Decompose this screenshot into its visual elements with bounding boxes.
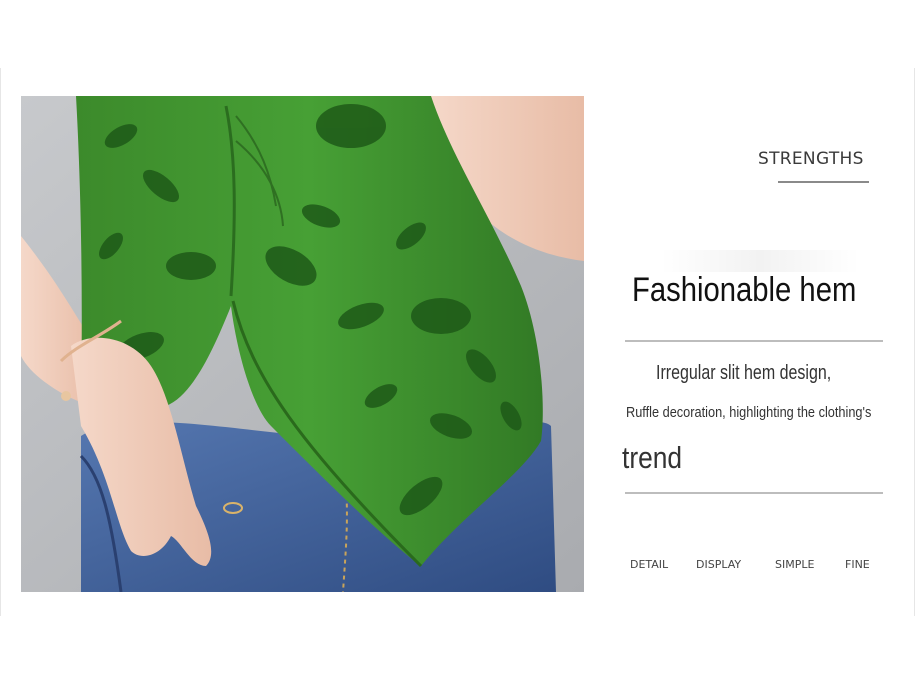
strengths-heading: STRENGTHS (758, 149, 864, 169)
product-photo-illustration (21, 96, 584, 592)
divider-bottom (625, 492, 883, 494)
divider-top (625, 340, 883, 342)
tag-detail: DETAIL (630, 558, 669, 571)
feature-title: Fashionable hem (632, 271, 857, 309)
tag-simple: SIMPLE (775, 558, 815, 571)
strengths-underline (778, 181, 869, 183)
product-detail-banner: STRENGTHS Fashionable hem Irregular slit… (0, 0, 915, 687)
tag-fine: FINE (845, 558, 870, 571)
product-photo (21, 96, 584, 592)
feature-line-2: Ruffle decoration, highlighting the clot… (626, 404, 872, 421)
feature-line-1: Irregular slit hem design, (656, 362, 832, 384)
feature-line-3: trend (622, 440, 683, 475)
faded-background-text (660, 250, 860, 272)
tag-display: DISPLAY (696, 558, 742, 571)
